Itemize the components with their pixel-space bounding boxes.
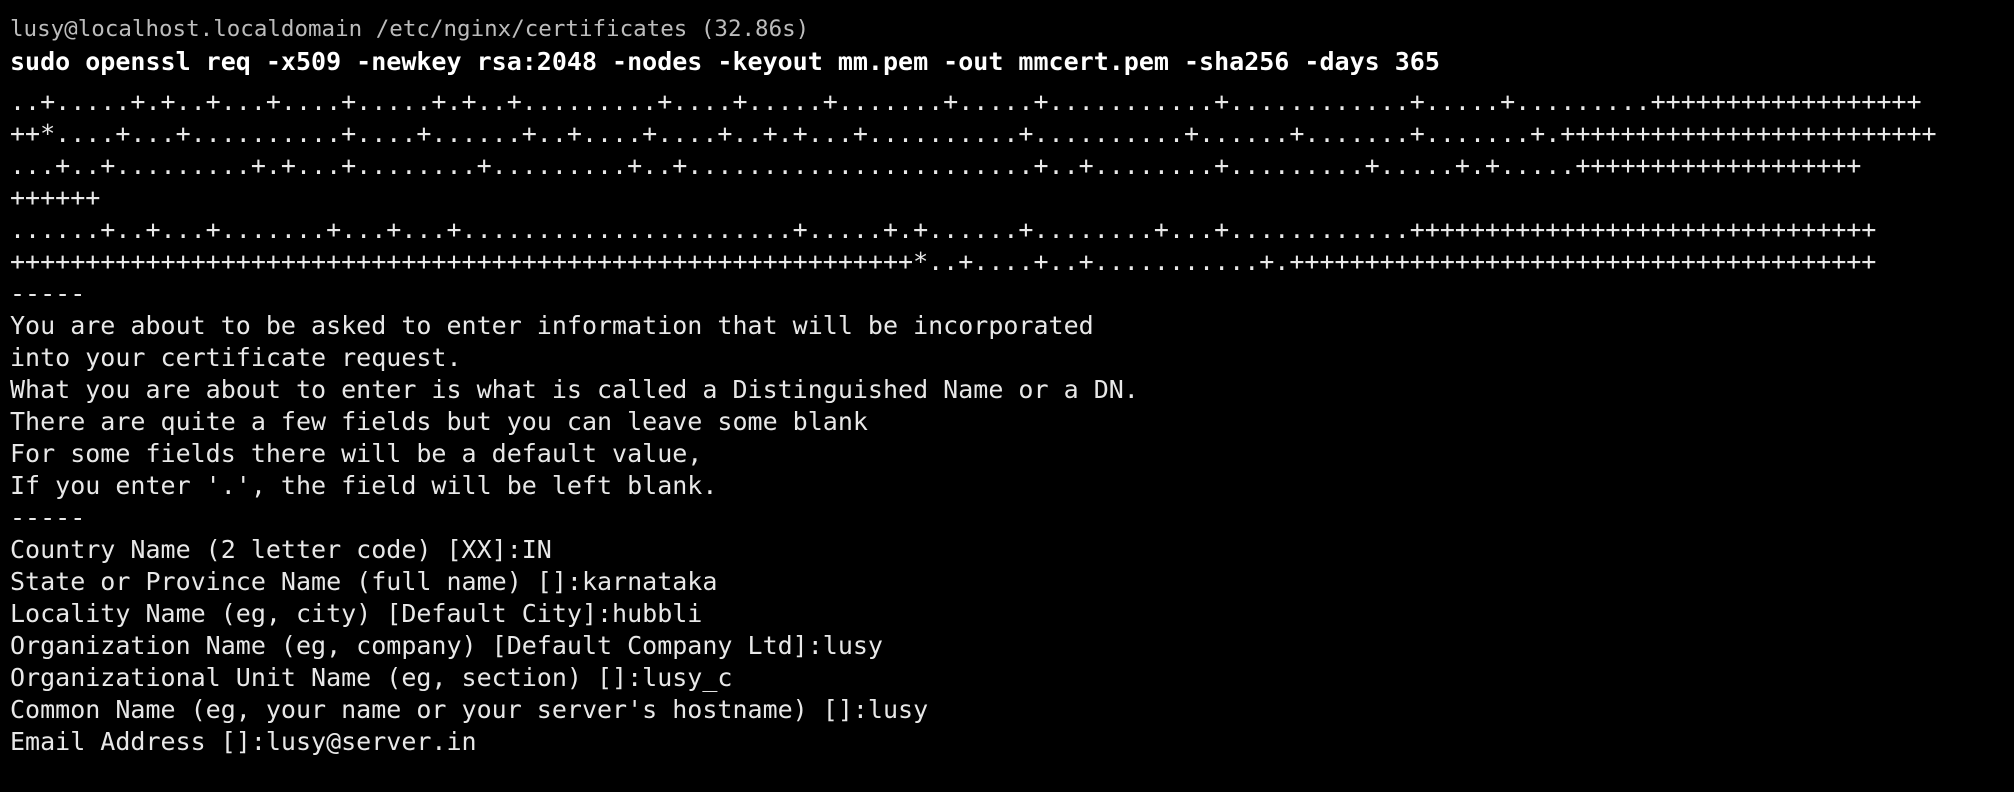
terminal-window[interactable]: lusy@localhost.localdomain /etc/nginx/ce… bbox=[0, 0, 2014, 792]
locality-name-field: Locality Name (eg, city) [Default City]:… bbox=[10, 599, 703, 628]
info-line: You are about to be asked to enter infor… bbox=[10, 311, 1094, 340]
separator-line: ----- bbox=[10, 279, 86, 308]
info-line: There are quite a few fields but you can… bbox=[10, 407, 868, 436]
organizational-unit-field: Organizational Unit Name (eg, section) [… bbox=[10, 663, 733, 692]
keygen-progress-line: ++++++ bbox=[10, 183, 101, 212]
info-line: What you are about to enter is what is c… bbox=[10, 375, 1139, 404]
separator-line: ----- bbox=[10, 503, 86, 532]
command-output: ..+.....+.+..+...+....+.....+.+..+......… bbox=[10, 86, 2014, 758]
info-line: For some fields there will be a default … bbox=[10, 439, 703, 468]
common-name-field: Common Name (eg, your name or your serve… bbox=[10, 695, 929, 724]
keygen-progress-line: ++++++++++++++++++++++++++++++++++++++++… bbox=[10, 247, 1877, 276]
command-text: sudo openssl req -x509 -newkey rsa:2048 … bbox=[10, 47, 1440, 76]
info-line: If you enter '.', the field will be left… bbox=[10, 471, 718, 500]
keygen-progress-line: ...+..+.........+.+...+........+........… bbox=[10, 151, 1862, 180]
keygen-progress-line: ++*....+...+..........+....+......+..+..… bbox=[10, 119, 1937, 148]
keygen-progress-line: ..+.....+.+..+...+....+.....+.+..+......… bbox=[10, 87, 1922, 116]
shell-prompt: lusy@localhost.localdomain /etc/nginx/ce… bbox=[10, 16, 810, 42]
keygen-progress-line: ......+..+...+.......+...+...+..........… bbox=[10, 215, 1877, 244]
email-address-field: Email Address []:lusy@server.in bbox=[10, 727, 477, 756]
country-name-field: Country Name (2 letter code) [XX]:IN bbox=[10, 535, 552, 564]
info-line: into your certificate request. bbox=[10, 343, 462, 372]
state-name-field: State or Province Name (full name) []:ka… bbox=[10, 567, 718, 596]
organization-name-field: Organization Name (eg, company) [Default… bbox=[10, 631, 883, 660]
